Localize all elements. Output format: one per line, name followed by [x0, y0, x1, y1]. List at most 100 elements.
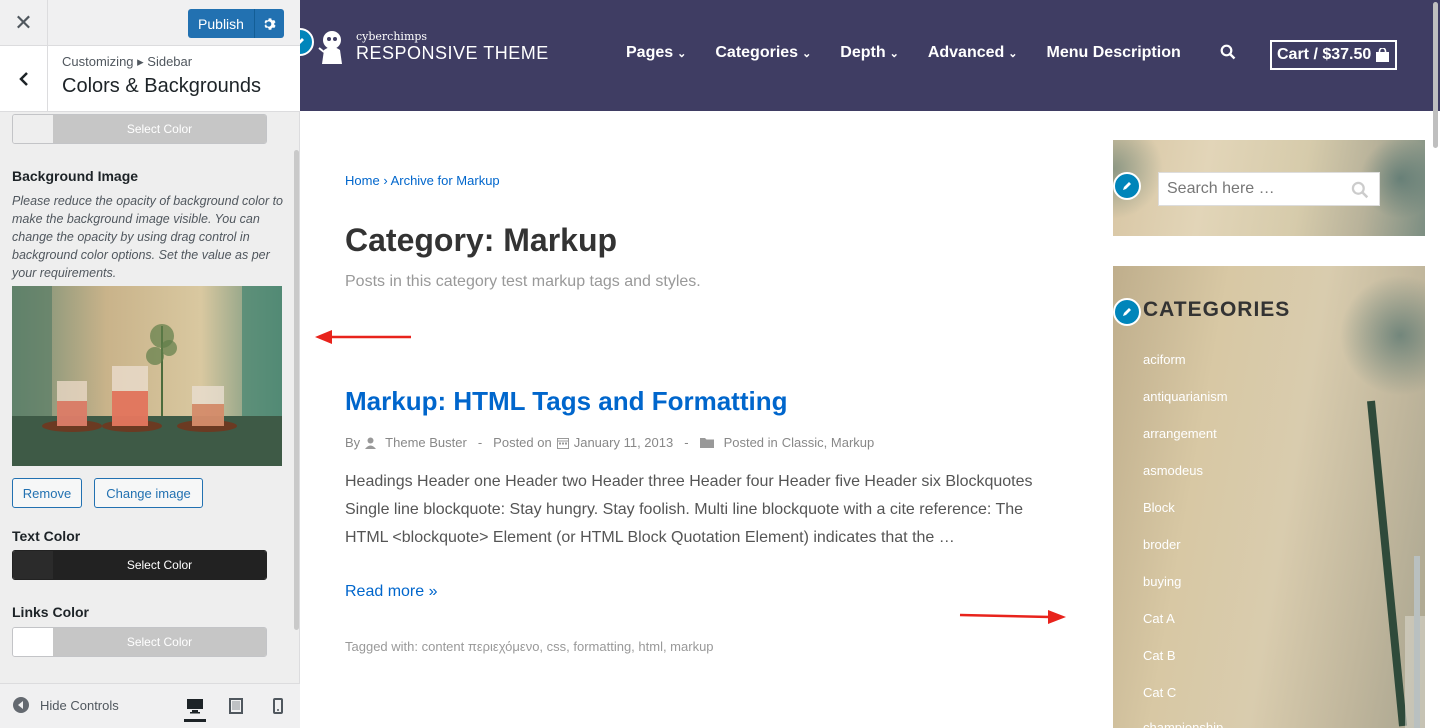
category-link[interactable]: championship — [1143, 720, 1223, 728]
preview-tablet-button[interactable] — [225, 695, 247, 717]
chevron-down-icon: ⌄ — [677, 47, 687, 60]
color-swatch — [13, 115, 53, 143]
select-color-button[interactable]: Select Color — [53, 115, 266, 143]
category-link[interactable]: arrangement — [1143, 426, 1217, 441]
post-date-link[interactable]: January 11, 2013 — [574, 435, 674, 450]
customizer-breadcrumb: Customizing ▸ Sidebar — [62, 54, 193, 69]
category-link[interactable]: antiquarianism — [1143, 389, 1228, 404]
site-header: cyberchimps RESPONSIVE THEME Pages ⌄ Cate… — [300, 0, 1440, 111]
chimp-logo-icon — [318, 31, 342, 64]
site-preview: cyberchimps RESPONSIVE THEME Pages ⌄ Cate… — [300, 0, 1440, 728]
edit-shortcut-button[interactable] — [1113, 298, 1141, 326]
category-link[interactable]: Cat B — [1143, 648, 1176, 663]
meta-separator: - — [477, 435, 483, 450]
brand-small: cyberchimps — [356, 30, 428, 43]
meta-posted-on: Posted on — [493, 435, 552, 450]
change-image-button[interactable]: Change image — [94, 478, 203, 508]
annotation-arrow-right — [959, 610, 1066, 624]
panel-scrollbar[interactable] — [294, 150, 299, 630]
search-icon[interactable] — [1351, 181, 1369, 199]
text-color-label: Text Color — [12, 528, 81, 544]
breadcrumb-current: Archive for Markup — [390, 173, 500, 188]
preview-desktop-button[interactable] — [184, 692, 206, 722]
links-color-picker[interactable]: Select Color — [12, 627, 267, 657]
header-search-button[interactable] — [1220, 44, 1236, 65]
nav-item-advanced[interactable]: Advanced ⌄ — [928, 44, 1018, 62]
back-button[interactable] — [0, 46, 48, 112]
chevron-left-icon — [18, 72, 28, 86]
background-image-label: Background Image — [12, 168, 139, 184]
categories-inline: Classic, Markup — [782, 435, 875, 450]
preview-mobile-button[interactable] — [267, 695, 289, 717]
search-widget: Search here … — [1113, 140, 1425, 236]
collapse-icon — [13, 697, 29, 713]
breadcrumb-home-link[interactable]: Home — [345, 173, 380, 188]
category-link[interactable]: aciform — [1143, 352, 1186, 367]
category-link[interactable]: broder — [1143, 537, 1181, 552]
meta-by: By — [345, 435, 361, 450]
page-description: Posts in this category test markup tags … — [345, 273, 701, 290]
page-title: Category: Markup — [345, 222, 618, 258]
background-color-picker[interactable]: Select Color — [12, 114, 267, 144]
category-link[interactable]: buying — [1143, 574, 1181, 589]
category-link[interactable]: Cat C — [1143, 685, 1176, 700]
close-customizer-button[interactable]: ✕ — [0, 0, 48, 46]
nav-item-menu-description[interactable]: Menu Description — [1047, 44, 1181, 62]
post-title-link[interactable]: Markup: HTML Tags and Formatting — [345, 386, 787, 417]
nav-label: Categories — [715, 44, 799, 61]
tablet-icon — [229, 698, 243, 714]
sidebar-search-input[interactable]: Search here … — [1158, 172, 1380, 206]
meta-separator: - — [684, 435, 689, 450]
category-link[interactable]: asmodeus — [1143, 463, 1203, 478]
section-title: Colors & Backgrounds — [62, 75, 261, 97]
category-link[interactable]: Cat A — [1143, 611, 1175, 626]
background-image-description: Please reduce the opacity of background … — [12, 194, 284, 280]
categories-title: CATEGORIES — [1143, 298, 1291, 321]
author-link[interactable]: Theme Buster — [385, 435, 467, 450]
cart-button[interactable]: Cart / $37.50 — [1270, 40, 1398, 70]
select-color-button[interactable]: Select Color — [53, 628, 266, 656]
chevron-down-icon: ⌄ — [802, 47, 812, 60]
nav-item-categories[interactable]: Categories ⌄ — [715, 44, 811, 62]
hide-controls-label: Hide Controls — [40, 697, 119, 713]
links-color-label: Links Color — [12, 604, 90, 620]
customizer-footer: Hide Controls — [0, 683, 300, 728]
remove-image-button[interactable]: Remove — [12, 478, 82, 508]
brand-name: RESPONSIVE THEME — [356, 43, 549, 63]
nav-label: Menu Description — [1046, 44, 1181, 61]
publish-button[interactable]: Publish — [188, 9, 254, 38]
nav-label: Depth — [840, 44, 886, 61]
category-link-classic[interactable]: Classic — [782, 435, 824, 450]
pencil-icon — [1123, 182, 1131, 190]
post-tags: Tagged with: content περιεχόμενο, css, f… — [345, 639, 714, 654]
category-link[interactable]: Block — [1143, 500, 1175, 515]
color-swatch — [13, 628, 53, 656]
breadcrumb: Home › Archive for Markup — [345, 173, 500, 188]
preview-scrollbar[interactable] — [1433, 2, 1438, 148]
straw-decoration — [1367, 400, 1425, 728]
shopping-bag-icon — [1376, 48, 1390, 62]
read-more-link[interactable]: Read more » — [345, 583, 438, 601]
text-color-picker[interactable]: Select Color — [12, 550, 267, 580]
customizer-header: ✕ Publish — [0, 0, 300, 46]
site-logo[interactable]: cyberchimps RESPONSIVE THEME — [316, 28, 549, 66]
gear-icon — [263, 17, 276, 30]
nav-item-pages[interactable]: Pages ⌄ — [626, 44, 686, 62]
edit-shortcut-button[interactable] — [1113, 172, 1141, 200]
nav-label: Pages — [626, 44, 674, 61]
select-color-button[interactable]: Select Color — [53, 551, 266, 579]
calendar-icon — [556, 437, 569, 449]
main-nav: Pages ⌄ Categories ⌄ Depth ⌄ Advanced ⌄ Menu… — [626, 44, 1181, 62]
publish-group: Publish — [188, 9, 284, 38]
edit-shortcut-button[interactable] — [300, 28, 314, 56]
hide-controls-button[interactable]: Hide Controls — [12, 696, 119, 714]
annotation-arrow-left — [315, 330, 411, 344]
folder-icon — [699, 437, 714, 448]
brand-text: cyberchimps RESPONSIVE THEME — [356, 30, 549, 64]
publish-settings-button[interactable] — [254, 9, 284, 38]
category-link-markup[interactable]: Markup — [831, 435, 874, 450]
desktop-icon — [187, 698, 203, 713]
meta-posted-in: Posted in — [723, 435, 778, 450]
nav-item-depth[interactable]: Depth ⌄ — [840, 44, 899, 62]
search-icon — [1220, 44, 1236, 60]
